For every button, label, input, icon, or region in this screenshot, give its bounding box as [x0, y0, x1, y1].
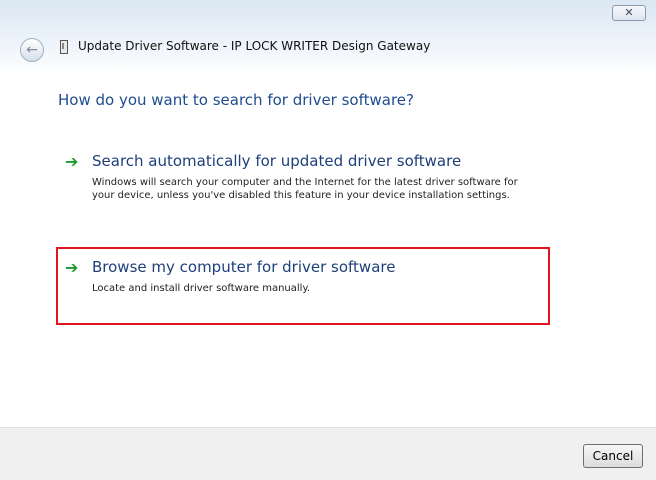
- cancel-button[interactable]: Cancel: [583, 444, 643, 468]
- close-button[interactable]: ✕: [612, 5, 646, 21]
- title-area: ✕ ← Update Driver Software - IP LOCK WRI…: [0, 0, 656, 75]
- device-icon: [60, 40, 68, 54]
- window-title: Update Driver Software - IP LOCK WRITER …: [78, 39, 431, 53]
- option-title: Search automatically for updated driver …: [92, 152, 462, 170]
- red-highlight-box: [56, 247, 550, 325]
- page-heading: How do you want to search for driver sof…: [58, 91, 414, 109]
- green-arrow-icon: ➔: [65, 152, 79, 171]
- back-arrow-icon: ←: [26, 42, 38, 58]
- button-bar: Cancel: [0, 427, 656, 480]
- close-icon: ✕: [624, 6, 634, 19]
- update-driver-dialog: ✕ ← Update Driver Software - IP LOCK WRI…: [0, 0, 656, 480]
- option-description: Windows will search your computer and th…: [92, 177, 518, 201]
- back-button[interactable]: ←: [20, 38, 44, 62]
